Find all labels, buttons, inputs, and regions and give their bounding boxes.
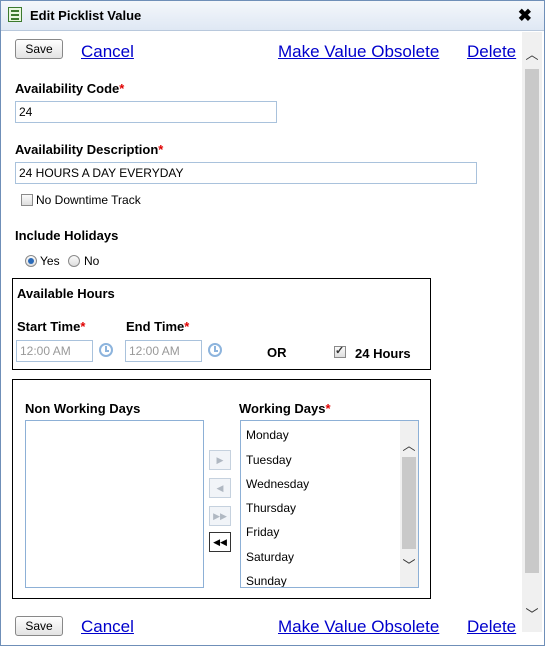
availability-code-input[interactable] xyxy=(15,101,277,123)
picklist-icon xyxy=(8,7,22,22)
list-item[interactable]: Tuesday xyxy=(246,453,292,467)
move-left-button[interactable]: ◀ xyxy=(209,478,231,498)
title-bar: Edit Picklist Value ✖ xyxy=(1,1,544,31)
chevron-down-icon[interactable]: ﹀ xyxy=(523,604,541,623)
required-marker: * xyxy=(80,319,86,334)
holidays-no-label: No xyxy=(84,254,100,268)
edit-picklist-dialog: Edit Picklist Value ✖ Save Cancel Make V… xyxy=(0,0,545,646)
available-hours-panel: Available Hours Start Time* End Time* OR… xyxy=(12,278,431,370)
chevron-down-icon[interactable]: ﹀ xyxy=(400,555,418,574)
end-time-input[interactable] xyxy=(125,340,202,362)
end-time-label: End Time* xyxy=(126,319,190,334)
scrollbar-thumb[interactable] xyxy=(402,457,416,549)
working-days-list[interactable]: Monday Tuesday Wednesday Thursday Friday… xyxy=(240,420,419,588)
chevron-up-icon[interactable]: ︿ xyxy=(523,44,541,63)
hours24-label: 24 Hours xyxy=(355,346,411,361)
start-time-label: Start Time* xyxy=(17,319,86,334)
required-marker: * xyxy=(119,81,125,96)
working-days-scrollbar[interactable]: ︿ ﹀ xyxy=(400,421,418,587)
save-button-bottom[interactable]: Save xyxy=(15,616,63,636)
start-time-input[interactable] xyxy=(16,340,93,362)
list-item[interactable]: Thursday xyxy=(246,501,296,515)
make-value-obsolete-link-bottom[interactable]: Make Value Obsolete xyxy=(278,617,439,637)
start-time-clock-icon[interactable] xyxy=(99,343,113,357)
required-marker: * xyxy=(158,142,164,157)
holidays-yes-label: Yes xyxy=(40,254,60,268)
non-working-days-list[interactable] xyxy=(25,420,204,588)
move-right-button[interactable]: ▶ xyxy=(209,450,231,470)
make-value-obsolete-link-top[interactable]: Make Value Obsolete xyxy=(278,42,439,62)
dialog-scrollbar[interactable]: ︿ ﹀ xyxy=(522,32,542,632)
cancel-link-top[interactable]: Cancel xyxy=(81,42,134,62)
available-hours-title: Available Hours xyxy=(17,286,115,301)
end-time-clock-icon[interactable] xyxy=(208,343,222,357)
no-downtime-track-checkbox[interactable] xyxy=(21,194,33,206)
list-item[interactable]: Friday xyxy=(246,525,279,539)
list-item[interactable]: Sunday xyxy=(246,574,287,587)
availability-code-label: Availability Code* xyxy=(15,81,125,96)
move-all-right-button[interactable]: ▶▶ xyxy=(209,506,231,526)
non-working-days-label: Non Working Days xyxy=(25,401,141,416)
holidays-yes-radio[interactable] xyxy=(25,255,37,267)
required-marker: * xyxy=(325,401,331,416)
include-holidays-label: Include Holidays xyxy=(15,228,119,243)
list-item[interactable]: Wednesday xyxy=(246,477,309,491)
delete-link-top[interactable]: Delete xyxy=(467,42,516,62)
availability-description-label: Availability Description* xyxy=(15,142,164,157)
availability-description-input[interactable] xyxy=(15,162,477,184)
scrollbar-thumb[interactable] xyxy=(525,69,539,573)
cancel-link-bottom[interactable]: Cancel xyxy=(81,617,134,637)
chevron-up-icon[interactable]: ︿ xyxy=(400,435,418,454)
delete-link-bottom[interactable]: Delete xyxy=(467,617,516,637)
or-label: OR xyxy=(267,345,287,360)
dialog-title: Edit Picklist Value xyxy=(30,8,142,23)
required-marker: * xyxy=(184,319,190,334)
days-panel: Non Working Days Working Days* ▶ ◀ ▶▶ ◀◀… xyxy=(12,379,431,599)
no-downtime-track-label: No Downtime Track xyxy=(36,193,141,207)
close-icon[interactable]: ✖ xyxy=(518,6,532,26)
list-item[interactable]: Saturday xyxy=(246,550,294,564)
working-days-label: Working Days* xyxy=(239,401,331,416)
hours24-checkbox[interactable] xyxy=(334,344,346,358)
save-button-top[interactable]: Save xyxy=(15,39,63,59)
holidays-no-radio[interactable] xyxy=(68,255,80,267)
list-item[interactable]: Monday xyxy=(246,428,289,442)
move-all-left-button[interactable]: ◀◀ xyxy=(209,532,231,552)
